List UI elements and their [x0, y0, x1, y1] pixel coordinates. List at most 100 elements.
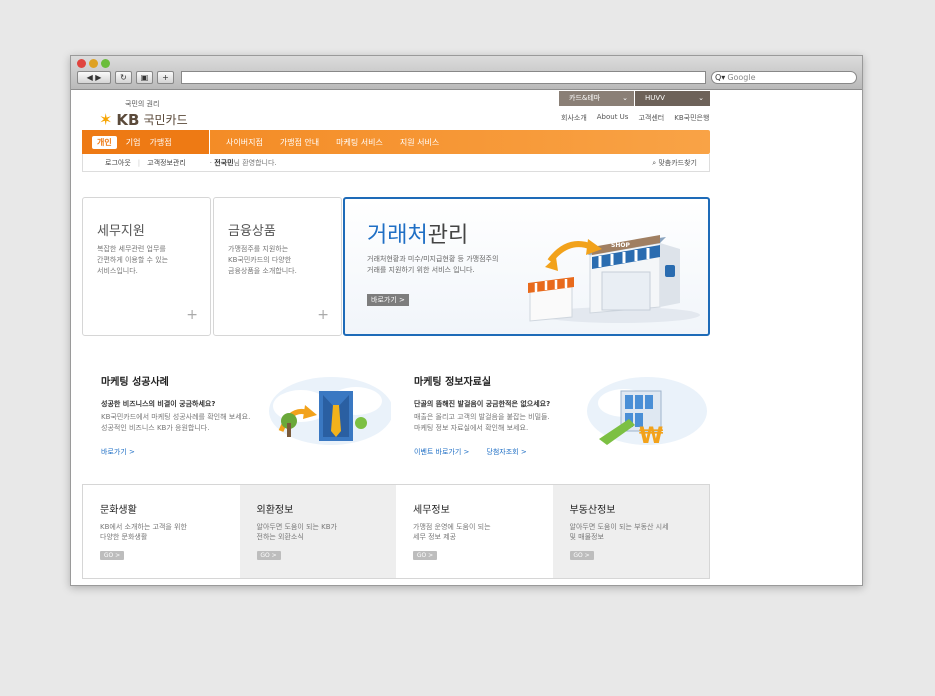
kb-logo[interactable]: 국민의 권리 ✶ KB 국민카드	[99, 99, 188, 129]
shop-illustration: SHOP	[528, 235, 700, 323]
company-link[interactable]: 회사소개	[561, 113, 587, 123]
card-title: 문화생활	[100, 505, 137, 516]
logo-kb-text: KB	[116, 110, 140, 129]
feature-desc-line: 거래를 지원하기 위한 서비스 입니다.	[367, 266, 475, 274]
box-desc-line: 금융상품을 소개합니다.	[228, 267, 297, 275]
card-title: 부동산정보	[569, 505, 616, 516]
feature-desc: 거래처현황과 미수/미지급현황 등 가맹점주의 거래를 지원하기 위한 서비스 …	[367, 254, 498, 276]
card-desc-line: KB에서 소개하는 고객을 위한	[100, 523, 187, 531]
bookmark-icon[interactable]: ▣	[136, 71, 153, 84]
card-find-label: 맞춤카드찾기	[658, 159, 697, 167]
plus-icon[interactable]: +	[317, 307, 329, 323]
huvv-select[interactable]: HUVV ⌄	[635, 91, 710, 106]
foreign-exchange-card[interactable]: 외환정보 알아두면 도움이 되는 KB가 전하는 외환소식 GO >	[239, 485, 397, 578]
customer-center-link[interactable]: 고객센터	[638, 113, 664, 123]
card-desc-line: 알아두면 도움이 되는 부동산 시세	[569, 523, 669, 531]
go-link[interactable]: 바로가기 >	[101, 447, 135, 457]
plus-icon[interactable]: +	[186, 307, 198, 323]
financial-products-box[interactable]: 금융상품 가맹점주를 지원하는 KB국민카드의 다양한 금융상품을 소개합니다.…	[213, 197, 342, 336]
box-desc-line: 서비스입니다.	[97, 267, 138, 275]
kb-star-icon: ✶	[99, 110, 113, 129]
card-desc-line: 가맹점 운영에 도움이 되는	[413, 523, 491, 531]
back-forward-button[interactable]: ◀ ▶	[77, 71, 111, 84]
window-controls	[77, 59, 110, 68]
business-success-illustration	[269, 377, 391, 445]
card-desc: KB에서 소개하는 고객을 위한 다양한 문화생활	[100, 522, 240, 542]
web-page: 국민의 권리 ✶ KB 국민카드 카드&테마 ⌄ HUVV ⌄ 회사소개 About…	[71, 91, 862, 585]
kb-bank-link[interactable]: KB국민은행	[674, 113, 709, 123]
tab-merchant[interactable]: 가맹점	[149, 137, 171, 148]
browser-toolbar: ◀ ▶ ↻ ▣ + Q▾ Google	[71, 56, 862, 90]
go-button[interactable]: GO >	[413, 551, 437, 560]
divider: |	[137, 158, 141, 167]
client-management-feature[interactable]: 거래처관리 거래처현황과 미수/미지급현황 등 가맹점주의 거래를 지원하기 위…	[343, 197, 710, 336]
real-estate-card[interactable]: 부동산정보 알아두면 도움이 되는 부동산 시세 및 매물정보 GO >	[552, 485, 710, 578]
tax-info-card[interactable]: 세무정보 가맹점 운영에 도움이 되는 세무 정보 제공 GO >	[396, 485, 553, 578]
go-button[interactable]: 바로가기 >	[367, 294, 409, 306]
event-link[interactable]: 이벤트 바로가기 >	[414, 447, 469, 457]
menu-merchant-guide[interactable]: 가맹점 안내	[280, 137, 319, 148]
feature-desc-line: 거래처현황과 미수/미지급현황 등 가맹점주의	[367, 255, 499, 263]
customer-type-tabs: 개인 기업 가맹점	[82, 130, 210, 154]
box-title: 세무지원	[97, 224, 145, 239]
browser-search-input[interactable]: Q▾ Google	[711, 71, 857, 84]
chevron-down-icon: ⌄	[622, 94, 628, 102]
go-button[interactable]: GO >	[569, 551, 594, 560]
svg-text:₩: ₩	[639, 424, 663, 449]
add-tab-icon[interactable]: +	[157, 71, 174, 84]
card-title: 외환정보	[256, 505, 294, 516]
marketing-info-section: 마케팅 정보자료실 단골의 뜸해진 발걸음이 궁금한적은 없으세요? 매출은 올…	[414, 373, 714, 483]
box-desc-line: 간편하게 이용할 수 있는	[97, 256, 169, 264]
close-window-button[interactable]	[77, 59, 86, 68]
feature-title: 거래처관리	[367, 217, 468, 249]
user-bar: 로그아웃 | 고객정보관리 · 전국민님 환영합니다. ⌕ 맞춤카드찾기	[82, 154, 710, 172]
minimize-window-button[interactable]	[89, 59, 98, 68]
logo-name-text: 국민카드	[143, 113, 188, 127]
main-navigation: 개인 기업 가맹점 사이버지점 가맹점 안내 마케팅 서비스 지원 서비스	[82, 130, 710, 154]
tab-personal[interactable]: 개인	[92, 135, 117, 149]
browser-nav-buttons: ◀ ▶ ↻ ▣ +	[77, 71, 174, 84]
culture-life-card[interactable]: 문화생활 KB에서 소개하는 고객을 위한 다양한 문화생활 GO >	[83, 485, 240, 578]
card-title: 세무정보	[413, 505, 450, 516]
card-desc: 가맹점 운영에 도움이 되는 세무 정보 제공	[413, 522, 553, 542]
card-desc-line: 전하는 외환소식	[256, 533, 304, 541]
service-menu: 사이버지점 가맹점 안내 마케팅 서비스 지원 서비스	[210, 137, 439, 148]
tab-corporate[interactable]: 기업	[126, 137, 141, 148]
box-desc-line: 복잡한 세무관련 업무를	[97, 245, 166, 253]
card-theme-select-label: 카드&테마	[569, 94, 601, 102]
menu-marketing-service[interactable]: 마케팅 서비스	[336, 137, 383, 148]
box-desc-line: 가맹점주를 지원하는	[228, 245, 289, 253]
account-management-link[interactable]: 고객정보관리	[147, 158, 186, 168]
card-desc: 알아두면 도움이 되는 KB가 전하는 외환소식	[257, 522, 397, 542]
marketing-success-section: 마케팅 성공사례 성공한 비즈니스의 비결이 궁금하세요? KB국민카드에서 마…	[101, 373, 401, 483]
card-desc-line: 및 매물정보	[569, 533, 604, 541]
info-room-illustration: ₩	[587, 377, 707, 449]
logo-tagline: 국민의 권리	[125, 100, 160, 108]
go-button[interactable]: GO >	[256, 551, 281, 560]
about-us-link[interactable]: About Us	[597, 113, 629, 123]
address-bar[interactable]	[181, 71, 706, 84]
shop-sign-text: SHOP	[611, 242, 630, 249]
feature-title-highlight: 거래처	[367, 223, 428, 248]
zoom-window-button[interactable]	[101, 59, 110, 68]
search-icon: Q▾	[715, 73, 726, 82]
search-placeholder: Google	[727, 73, 756, 82]
menu-support-service[interactable]: 지원 서비스	[400, 137, 439, 148]
menu-cyber-branch[interactable]: 사이버지점	[226, 137, 263, 148]
card-theme-select[interactable]: 카드&테마 ⌄	[559, 91, 634, 106]
winner-check-link[interactable]: 당첨자조회 >	[486, 447, 526, 457]
tax-support-box[interactable]: 세무지원 복잡한 세무관련 업무를 간편하게 이용할 수 있는 서비스입니다. …	[82, 197, 211, 336]
card-desc-line: 알아두면 도움이 되는 KB가	[256, 523, 337, 531]
card-desc: 알아두면 도움이 되는 부동산 시세 및 매물정보	[570, 522, 710, 542]
go-button[interactable]: GO >	[100, 551, 124, 560]
card-desc-line: 세무 정보 제공	[413, 533, 457, 541]
box-title: 금융상품	[228, 224, 276, 239]
card-find-link[interactable]: ⌕ 맞춤카드찾기	[652, 158, 697, 168]
browser-window: ◀ ▶ ↻ ▣ + Q▾ Google 국민의 권리 ✶ KB 국민카드 카드&테…	[70, 55, 863, 586]
info-links-panel: 문화생활 KB에서 소개하는 고객을 위한 다양한 문화생활 GO > 외환정보…	[82, 484, 710, 579]
chevron-down-icon: ⌄	[698, 94, 704, 102]
reload-icon[interactable]: ↻	[115, 71, 132, 84]
box-desc: 가맹점주를 지원하는 KB국민카드의 다양한 금융상품을 소개합니다.	[228, 244, 297, 277]
top-links: 회사소개 About Us 고객센터 KB국민은행	[561, 113, 709, 123]
logout-link[interactable]: 로그아웃	[105, 158, 131, 168]
